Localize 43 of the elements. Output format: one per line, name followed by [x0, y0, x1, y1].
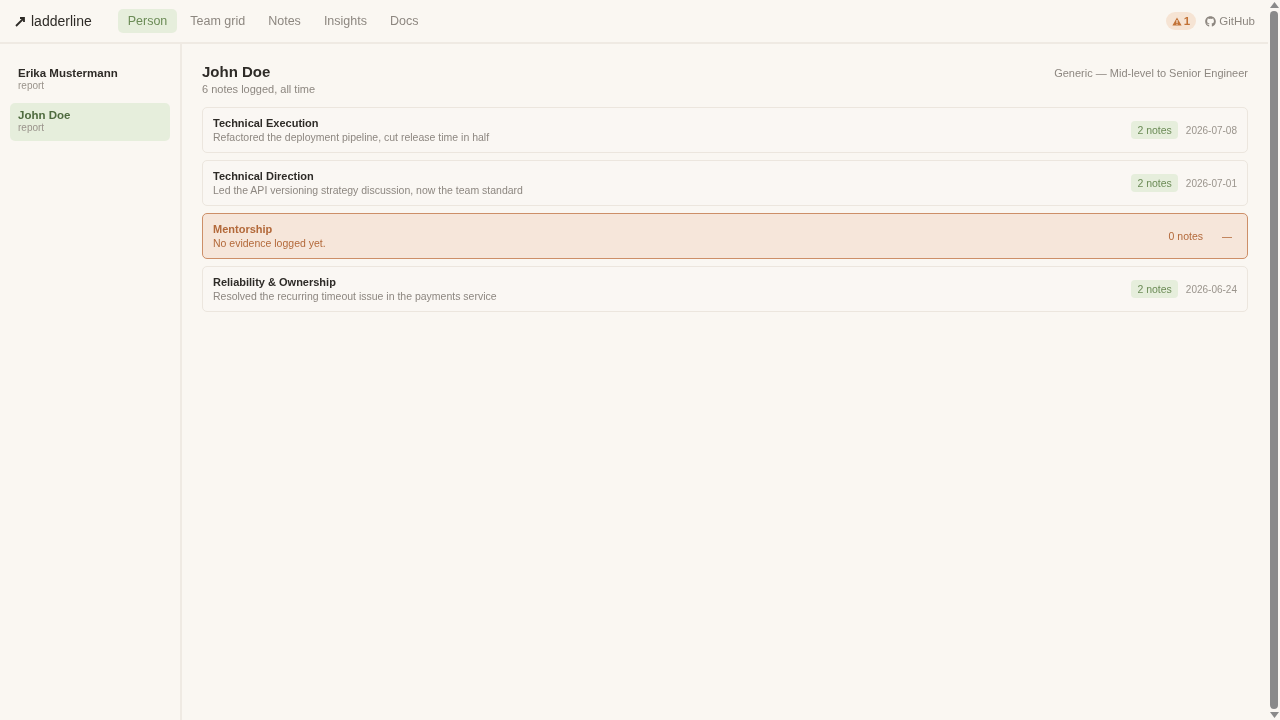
person-name: John Doe	[18, 109, 71, 121]
area-card[interactable]: Reliability & Ownership Resolved the recurring timeout issue in the payments service 2 notes 2026-06-24	[202, 266, 1248, 312]
area-card[interactable]: Technical Direction Led the API versioning strategy discussion, now the team standard 2 notes 2026-07-01	[202, 160, 1248, 206]
area-date: 2026-06-24	[1185, 283, 1237, 295]
github-icon	[1205, 15, 1217, 27]
area-date: 2026-07-08	[1185, 124, 1237, 136]
ladder-label: Generic — Mid-level to Senior Engineer	[1054, 67, 1248, 79]
app-name: ladderline	[31, 13, 92, 29]
alert-badge[interactable]: 1	[1165, 12, 1197, 30]
area-latest-note: No evidence logged yet.	[213, 237, 327, 249]
person-role: report	[18, 80, 45, 91]
notes-summary: 6 notes logged, all time	[202, 83, 316, 95]
person-name: Erika Mustermann	[18, 67, 118, 79]
area-date: —	[1221, 230, 1233, 242]
notes-count: 2 notes	[1131, 174, 1178, 192]
notes-count: 0 notes	[1167, 229, 1204, 244]
area-date: 2026-07-01	[1185, 177, 1237, 189]
area-title: Reliability & Ownership	[213, 276, 337, 288]
scroll-down-icon[interactable]	[1269, 712, 1279, 718]
person-item[interactable]: Erika Mustermann report	[10, 61, 170, 99]
person-role: report	[18, 122, 45, 133]
nav-tab[interactable]: Notes	[258, 9, 311, 33]
area-title: Technical Direction	[213, 170, 315, 182]
area-latest-note: Led the API versioning strategy discussion, now the team standard	[213, 184, 524, 196]
notes-count: 2 notes	[1131, 121, 1178, 139]
scroll-up-icon[interactable]	[1269, 2, 1279, 8]
nav-tab[interactable]: Insights	[313, 9, 377, 33]
person-title: John Doe	[202, 63, 272, 80]
area-latest-note: Resolved the recurring timeout issue in the payments service	[213, 290, 498, 302]
area-title: Mentorship	[213, 223, 274, 235]
diagonal-arrow-icon	[15, 15, 26, 27]
area-card[interactable]: Technical Execution Refactored the deployment pipeline, cut release time in half 2 notes 2026-07-08	[202, 107, 1248, 153]
notes-count: 2 notes	[1131, 280, 1178, 298]
nav-tab[interactable]: Docs	[379, 9, 429, 33]
scroll-thumb[interactable]	[1270, 11, 1278, 709]
nav-tab[interactable]: Person	[117, 9, 178, 33]
area-latest-note: Refactored the deployment pipeline, cut release time in half	[213, 131, 491, 143]
nav-tab[interactable]: Team grid	[180, 9, 256, 33]
github-link[interactable]: GitHub	[1205, 15, 1255, 27]
area-title: Technical Execution	[213, 117, 320, 129]
warning-icon	[1171, 16, 1182, 26]
person-item[interactable]: John Doe report	[10, 103, 170, 141]
flagged-area-card[interactable]: Mentorship No evidence logged yet. 0 notes —	[202, 213, 1248, 259]
